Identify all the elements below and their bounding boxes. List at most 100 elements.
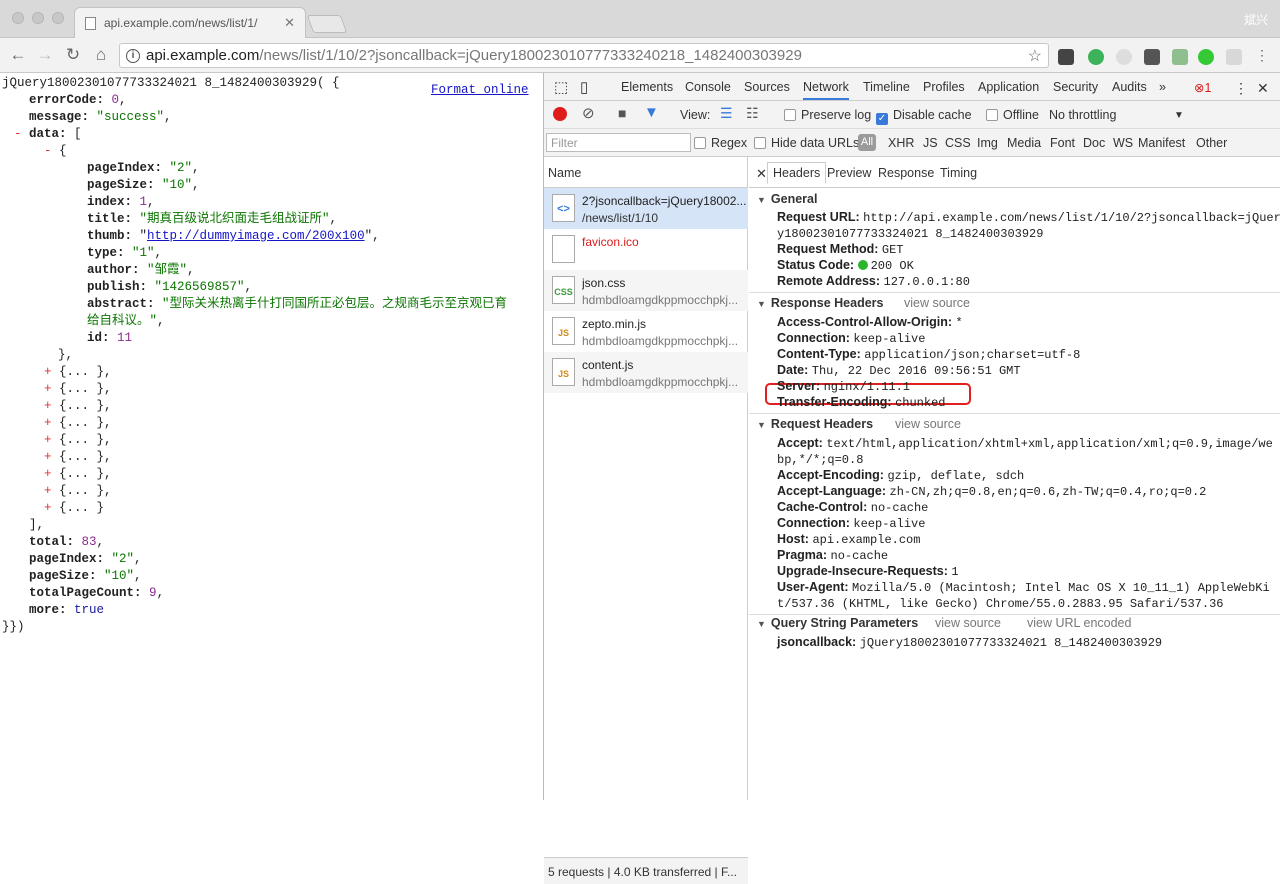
forward-arrow-icon[interactable]: → <box>35 45 55 65</box>
view-source-link[interactable]: view source <box>935 616 1001 630</box>
qr-code-extension-icon[interactable] <box>1058 49 1074 65</box>
general-section-header[interactable]: ▼ General <box>757 192 817 206</box>
tab-headers[interactable]: Headers <box>767 162 827 184</box>
browser-tab[interactable]: api.example.com/news/list/1/ ✕ <box>74 7 306 38</box>
tab-timing[interactable]: Timing <box>940 166 977 180</box>
home-icon[interactable]: ⌂ <box>91 45 111 65</box>
js-file-icon: JS <box>552 317 575 345</box>
tab-elements[interactable]: Elements <box>621 80 673 94</box>
collapsed-item[interactable]: + {... }, <box>44 364 112 381</box>
zoom-window-button[interactable] <box>52 12 64 24</box>
menu-dots-icon[interactable]: ⋮ <box>1252 45 1272 65</box>
query-params-section-header[interactable]: ▼ Query String Parameters <box>757 616 918 630</box>
tab-security[interactable]: Security <box>1053 80 1098 94</box>
device-toolbar-icon[interactable]: ▯ <box>580 78 588 96</box>
tab-preview[interactable]: Preview <box>827 166 871 180</box>
view-source-link[interactable]: view source <box>904 296 970 310</box>
tab-application[interactable]: Application <box>978 80 1039 94</box>
filter-all-button[interactable]: All <box>858 134 876 151</box>
record-icon[interactable] <box>553 107 567 121</box>
preserve-log-checkbox[interactable]: Preserve log <box>784 108 871 122</box>
filter-manifest[interactable]: Manifest <box>1138 136 1185 150</box>
profile-name[interactable]: 斌兴 <box>1244 11 1268 28</box>
overview-icon[interactable]: ☷ <box>746 105 759 122</box>
disable-cache-checkbox[interactable]: ✓ Disable cache <box>876 108 972 125</box>
throttling-select[interactable]: No throttling <box>1049 108 1116 122</box>
filter-input[interactable]: Filter <box>546 133 691 152</box>
filter-js[interactable]: JS <box>923 136 938 150</box>
hide-data-urls-checkbox[interactable]: Hide data URLs <box>754 136 859 150</box>
chevron-down-icon[interactable]: ▼ <box>1174 110 1184 121</box>
collapsed-item[interactable]: + {... }, <box>44 483 112 500</box>
gray-extension-icon[interactable] <box>1116 49 1132 65</box>
close-window-button[interactable] <box>12 12 24 24</box>
new-tab-button[interactable] <box>306 15 348 33</box>
collapse-toggle[interactable]: - <box>14 127 29 141</box>
collapsed-item[interactable]: + {... }, <box>44 381 112 398</box>
collapsed-item[interactable]: + {... }, <box>44 432 112 449</box>
clear-icon[interactable]: ⊘ <box>582 104 595 122</box>
request-row[interactable]: CSS json.css hdmbdloamgdkppmocchpkj... <box>544 270 748 311</box>
reload-icon[interactable]: ↻ <box>63 45 83 65</box>
tab-profiles[interactable]: Profiles <box>923 80 965 94</box>
collapsed-item[interactable]: + {... }, <box>44 415 112 432</box>
request-row[interactable]: JS content.js hdmbdloamgdkppmocchpkj... <box>544 352 748 393</box>
tab-response[interactable]: Response <box>878 166 934 180</box>
view-source-link[interactable]: view source <box>895 417 961 431</box>
filter-media[interactable]: Media <box>1007 136 1041 150</box>
format-online-link[interactable]: Format online <box>431 82 529 99</box>
filter-xhr[interactable]: XHR <box>888 136 914 150</box>
bookmark-star-icon[interactable]: ☆ <box>1028 46 1042 66</box>
json-line: errorCode: 0, <box>29 93 127 107</box>
offline-checkbox[interactable]: Offline <box>986 108 1039 122</box>
close-tab-icon[interactable]: ✕ <box>284 15 295 31</box>
response-headers-section-header[interactable]: ▼ Response Headers <box>757 296 883 310</box>
address-bar[interactable]: i api.example.com/news/list/1/10/2?jsonc… <box>119 43 1049 68</box>
header-key: Transfer-Encoding: <box>777 395 892 409</box>
filter-icon[interactable]: ▼ <box>644 104 659 121</box>
filter-img[interactable]: Img <box>977 136 998 150</box>
capture-screenshots-icon[interactable]: ■ <box>618 105 626 121</box>
vue-extension-icon[interactable] <box>1172 49 1188 65</box>
filter-font[interactable]: Font <box>1050 136 1075 150</box>
request-headers-section-header[interactable]: ▼ Request Headers <box>757 417 873 431</box>
tab-sources[interactable]: Sources <box>744 80 790 94</box>
collapse-toggle[interactable]: - <box>44 144 59 158</box>
filter-doc[interactable]: Doc <box>1083 136 1105 150</box>
thumb-link[interactable]: http://dummyimage.com/200x100 <box>147 229 365 243</box>
collapsed-item[interactable]: + {... } <box>44 500 104 517</box>
tab-console[interactable]: Console <box>685 80 731 94</box>
filter-other[interactable]: Other <box>1196 136 1227 150</box>
info-icon[interactable]: i <box>126 48 140 63</box>
expand-triangle-icon: ▼ <box>757 195 766 205</box>
small-extension-icon[interactable] <box>1226 49 1242 65</box>
dark-extension-icon[interactable] <box>1144 49 1160 65</box>
collapsed-item[interactable]: + {... }, <box>44 449 112 466</box>
devtools-menu-icon[interactable]: ⋮ <box>1234 80 1248 97</box>
error-count-badge[interactable]: ⊗1 <box>1194 80 1211 95</box>
name-column-header[interactable]: Name <box>544 157 748 188</box>
filter-css[interactable]: CSS <box>945 136 971 150</box>
view-url-encoded-link[interactable]: view URL encoded <box>1027 616 1131 630</box>
green-extension-icon[interactable] <box>1088 49 1104 65</box>
close-devtools-icon[interactable]: ✕ <box>1257 80 1269 97</box>
json-line: title: "期真百级说北织面走毛组战证所", <box>87 212 338 226</box>
collapsed-item[interactable]: + {... }, <box>44 466 112 483</box>
minimize-window-button[interactable] <box>32 12 44 24</box>
close-detail-icon[interactable]: ✕ <box>756 166 767 182</box>
request-row[interactable]: favicon.ico <box>544 229 748 270</box>
more-tabs-button[interactable]: » <box>1159 80 1166 94</box>
tab-timeline[interactable]: Timeline <box>863 80 910 94</box>
header-value: application/json;charset=utf-8 <box>864 348 1081 362</box>
inspect-element-icon[interactable]: ⬚ <box>554 78 568 96</box>
tab-network[interactable]: Network <box>803 80 849 100</box>
filter-ws[interactable]: WS <box>1113 136 1133 150</box>
collapsed-item[interactable]: + {... }, <box>44 398 112 415</box>
tab-audits[interactable]: Audits <box>1112 80 1147 94</box>
back-arrow-icon[interactable]: ← <box>8 45 28 65</box>
ic-extension-icon[interactable] <box>1198 49 1214 65</box>
request-row[interactable]: JS zepto.min.js hdmbdloamgdkppmocchpkj..… <box>544 311 748 352</box>
regex-checkbox[interactable]: Regex <box>694 136 747 150</box>
request-row[interactable]: <> 2?jsoncallback=jQuery18002... /news/l… <box>544 188 748 229</box>
large-rows-icon[interactable]: ☰ <box>720 105 733 122</box>
